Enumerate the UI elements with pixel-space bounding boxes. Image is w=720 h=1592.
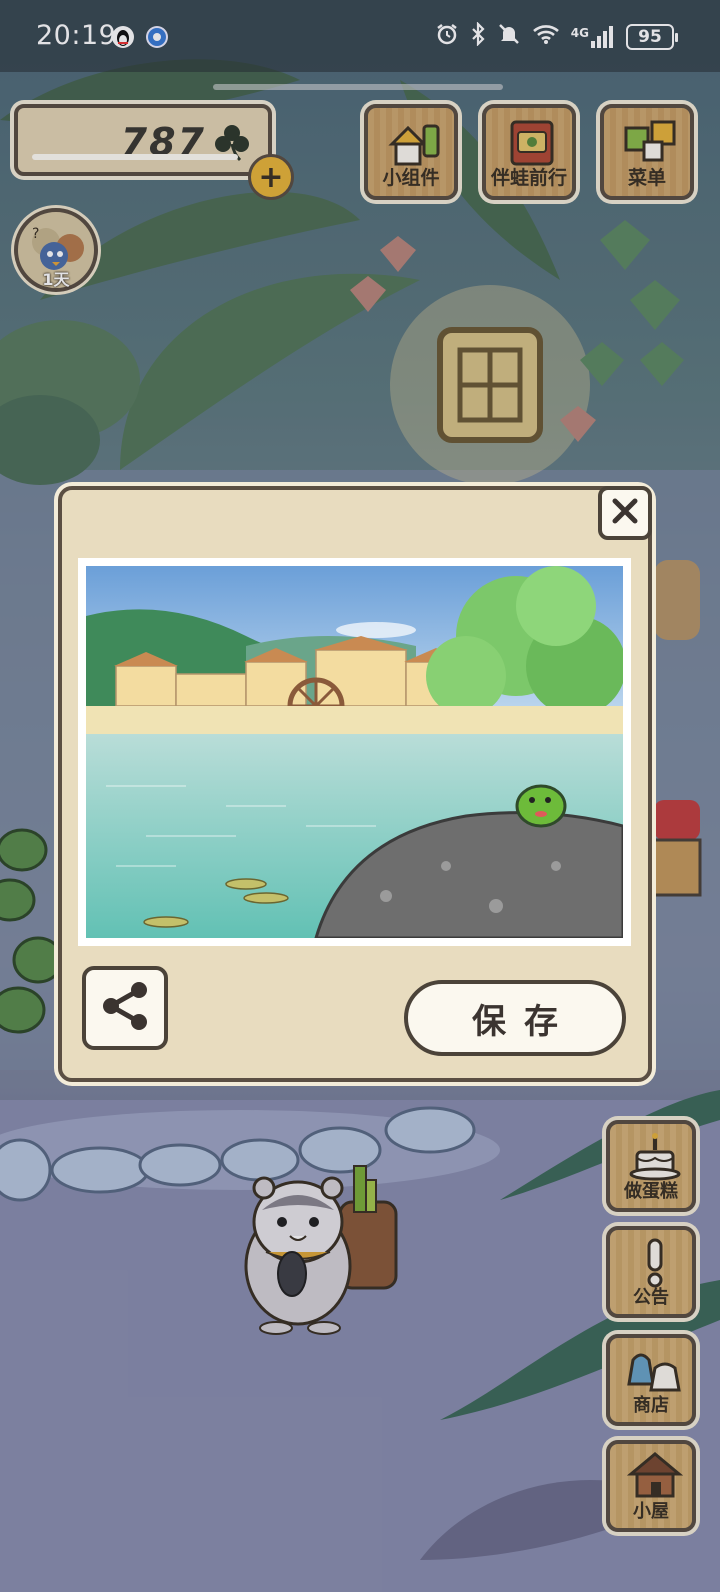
river-town-photo [86, 566, 623, 938]
share-icon [97, 978, 153, 1038]
save-button[interactable]: 保存 [404, 980, 626, 1056]
postcard-photo [86, 566, 623, 938]
share-button[interactable] [82, 966, 168, 1050]
close-button[interactable] [598, 486, 652, 540]
close-icon [611, 497, 639, 529]
postcard-photo-frame [78, 558, 631, 946]
